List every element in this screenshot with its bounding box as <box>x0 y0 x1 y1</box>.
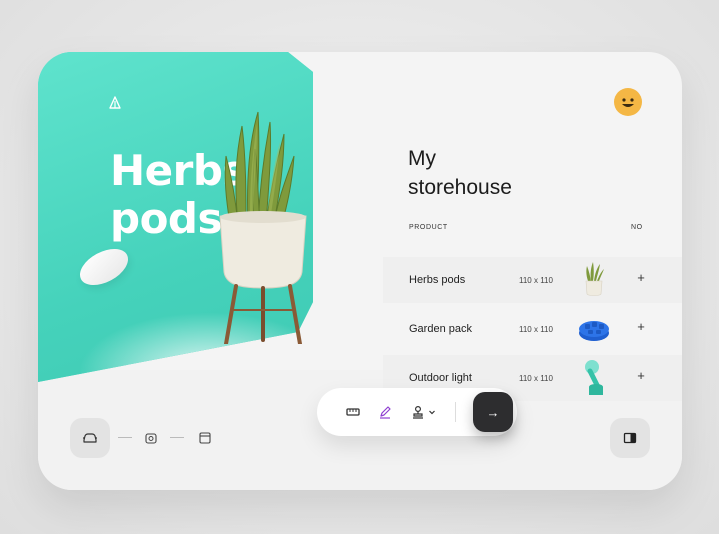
arrow-right-icon: → <box>486 404 500 420</box>
car-icon <box>83 433 97 443</box>
sidebar-panel-button[interactable] <box>610 418 650 458</box>
page-title: My storehouse <box>408 144 512 202</box>
product-name: Garden pack <box>409 323 472 335</box>
user-avatar[interactable] <box>614 88 642 116</box>
step-window-button[interactable] <box>198 431 212 445</box>
smiley-face-icon <box>622 98 634 107</box>
column-header-product: PRODUCT <box>409 224 448 231</box>
toolbar-divider <box>455 402 456 422</box>
product-size: 110 x 110 <box>519 325 553 334</box>
add-outdoor-light-button[interactable]: + <box>633 368 649 384</box>
app-card: Herbs pods My storehouse PRODUCT NO Herb… <box>38 52 682 490</box>
window-icon <box>199 432 211 444</box>
step-box-button[interactable] <box>144 431 158 445</box>
pen-button[interactable] <box>377 404 393 420</box>
chevron-down-icon <box>428 410 435 415</box>
ruler-button[interactable] <box>345 404 361 420</box>
sidebar-panel-icon <box>623 432 637 444</box>
leaf-logo-icon <box>109 96 121 109</box>
step-connector <box>170 437 184 438</box>
product-name: Outdoor light <box>409 372 472 384</box>
teal-lamp-icon <box>585 360 603 395</box>
page-title-line1: My <box>408 147 436 170</box>
page-title-line2: storehouse <box>408 176 512 199</box>
add-garden-pack-button[interactable]: + <box>633 319 649 335</box>
step-connector <box>118 437 132 438</box>
potted-plant-icon <box>585 262 604 296</box>
add-herbs-pods-button[interactable]: + <box>633 270 649 286</box>
snake-plant-illustration <box>219 111 307 344</box>
step-car-button[interactable] <box>70 418 110 458</box>
product-size: 110 x 110 <box>519 374 553 383</box>
ruler-icon <box>346 408 360 416</box>
stamp-icon <box>412 405 423 419</box>
floating-toolbar: → <box>317 388 517 436</box>
column-header-no: NO <box>631 224 643 231</box>
stamp-dropdown[interactable] <box>409 404 437 420</box>
table-row[interactable]: Garden pack 110 x 110 + <box>383 306 682 352</box>
product-size: 110 x 110 <box>519 276 553 285</box>
product-name: Herbs pods <box>409 274 466 286</box>
pen-icon <box>380 406 391 419</box>
proceed-button[interactable]: → <box>473 392 513 432</box>
box-icon <box>145 433 157 444</box>
blue-gear-pack-icon <box>579 321 609 341</box>
table-row[interactable]: Herbs pods 110 x 110 + <box>383 257 682 303</box>
